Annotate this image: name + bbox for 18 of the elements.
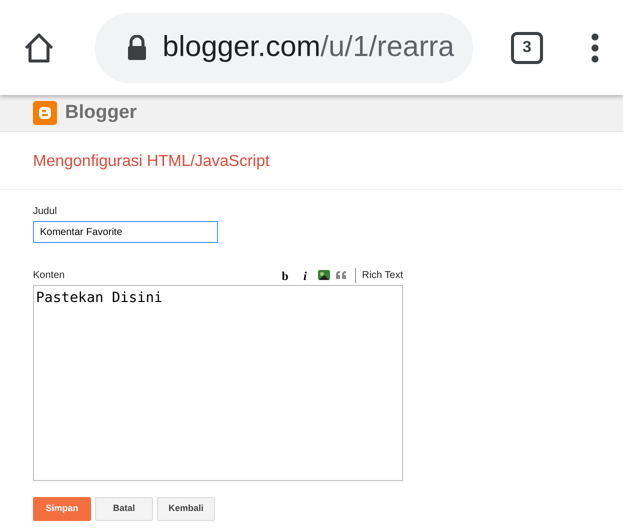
quote-icon[interactable] [335,270,348,280]
image-icon[interactable] [317,268,332,282]
form-button[interactable]: Batal [95,497,153,522]
tab-count[interactable]: 3 [511,32,543,64]
url-text: blogger.com/u/1/rearra [162,30,454,65]
title-field[interactable]: Komentar Favorite [33,221,218,244]
content-field[interactable]: Pastekan Disini [33,285,403,482]
form-button[interactable]: Kembali [157,497,215,522]
menu-icon[interactable] [591,32,599,62]
brand-name: Blogger [65,100,137,125]
rich-text-link[interactable]: Rich Text [355,268,403,283]
address-bar[interactable]: blogger.com/u/1/rearra [94,12,472,82]
page-title: Mengonfigurasi HTML/JavaScript [0,132,623,190]
content-label: Konten [33,269,65,284]
title-label: Judul [33,205,58,220]
logo-icon[interactable] [33,101,57,125]
lock-icon [126,34,146,60]
home-icon[interactable] [22,30,56,64]
